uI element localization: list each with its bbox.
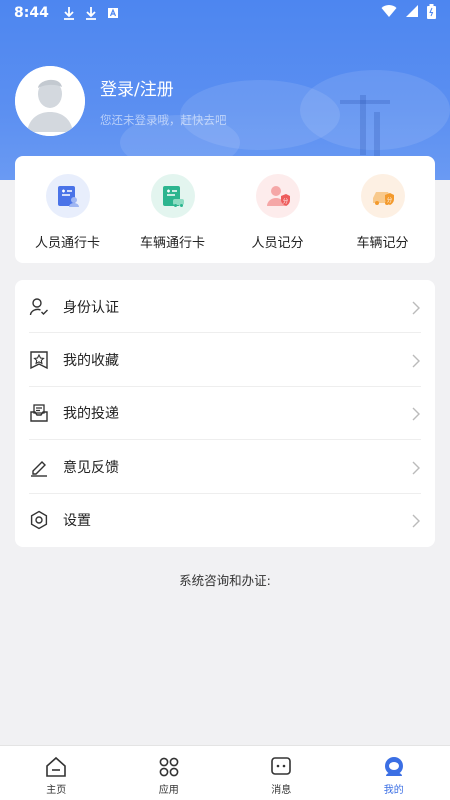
quick-actions-card: 人员通行卡 车辆通行卡 分 人员记分 分 车辆记分 — [15, 156, 435, 263]
consult-text: 系统咨询和办证: — [179, 573, 271, 588]
menu-item-identity[interactable]: 身份认证 — [15, 280, 435, 334]
chevron-right-icon — [411, 460, 421, 475]
tab-apps[interactable]: 应用 — [113, 746, 226, 800]
download-icon — [85, 6, 97, 20]
profile-login-area[interactable]: 登录/注册 您还未登录哦，赶快去吧 — [15, 66, 227, 136]
status-bar: 8:44 — [0, 0, 450, 26]
menu-item-favorites[interactable]: 我的收藏 — [15, 333, 435, 388]
avatar[interactable] — [15, 66, 85, 136]
quick-action-label: 人员通行卡 — [34, 236, 100, 251]
tab-profile[interactable]: 我的 — [338, 746, 450, 800]
menu-item-label: 身份认证 — [63, 299, 119, 316]
favorites-icon — [29, 350, 49, 370]
settings-icon — [29, 510, 49, 530]
tab-label: 消息 — [271, 785, 292, 796]
profile-icon — [383, 756, 405, 778]
chevron-right-icon — [411, 406, 421, 421]
login-hint: 您还未登录哦，赶快去吧 — [100, 112, 227, 127]
tab-label: 应用 — [158, 785, 179, 796]
message-icon — [270, 756, 292, 778]
wifi-icon — [381, 4, 397, 22]
battery-icon — [427, 3, 436, 23]
tab-home[interactable]: 主页 — [0, 746, 113, 800]
menu-item-settings[interactable]: 设置 — [15, 494, 435, 547]
tab-label: 主页 — [46, 785, 67, 796]
person-score-icon: 分 — [255, 174, 300, 218]
quick-action-label: 车辆通行卡 — [139, 236, 205, 251]
menu-item-delivery[interactable]: 我的投递 — [15, 387, 435, 441]
menu-item-label: 设置 — [63, 513, 91, 530]
chevron-right-icon — [411, 353, 421, 368]
apps-icon — [158, 756, 180, 778]
quick-action-person-pass[interactable]: 人员通行卡 — [15, 174, 120, 263]
person-pass-card-icon — [45, 174, 90, 218]
identity-verify-icon — [29, 297, 49, 317]
svg-text:分: 分 — [282, 197, 288, 205]
bottom-tab-bar: 主页 应用 消息 我的 — [0, 745, 450, 800]
menu-item-label: 我的收藏 — [63, 353, 119, 370]
chevron-right-icon — [411, 513, 421, 528]
menu-item-label: 意见反馈 — [63, 459, 119, 476]
menu-item-label: 我的投递 — [63, 406, 119, 423]
tab-label: 我的 — [383, 785, 404, 796]
download-icon — [63, 6, 75, 20]
delivery-icon — [29, 403, 49, 423]
vehicle-pass-card-icon — [150, 174, 195, 218]
signal-icon — [405, 4, 419, 22]
vehicle-score-icon: 分 — [360, 174, 405, 218]
quick-action-vehicle-pass[interactable]: 车辆通行卡 — [120, 174, 225, 263]
quick-action-label: 人员记分 — [251, 236, 304, 251]
tab-messages[interactable]: 消息 — [225, 746, 338, 800]
chevron-right-icon — [411, 300, 421, 315]
login-register-link[interactable]: 登录/注册 — [100, 75, 227, 100]
menu-item-feedback[interactable]: 意见反馈 — [15, 440, 435, 494]
status-time: 8:44 — [14, 5, 49, 21]
quick-action-label: 车辆记分 — [356, 236, 409, 251]
menu-card: 身份认证 我的收藏 我的投递 意见反馈 设置 — [15, 280, 435, 547]
quick-action-person-score[interactable]: 分 人员记分 — [225, 174, 330, 263]
feedback-icon — [29, 457, 49, 477]
app-notification-icon — [107, 6, 119, 20]
svg-text:分: 分 — [386, 196, 392, 204]
quick-action-vehicle-score[interactable]: 分 车辆记分 — [330, 174, 435, 263]
home-icon — [45, 756, 67, 778]
